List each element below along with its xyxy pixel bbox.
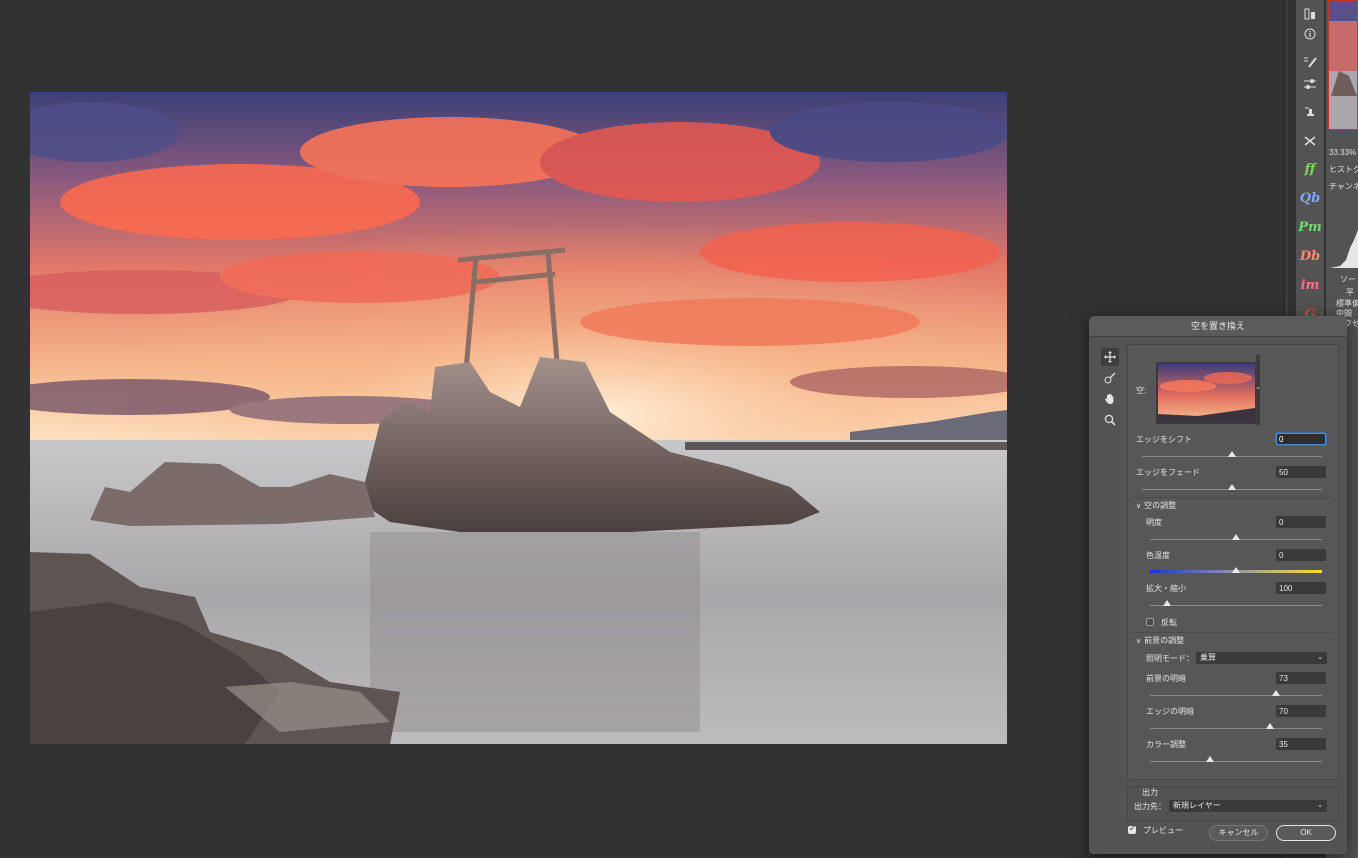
scale-slider-track[interactable] <box>1150 605 1322 606</box>
temperature-slider-thumb[interactable] <box>1232 567 1240 573</box>
cancel-button[interactable]: キャンセル <box>1209 825 1268 841</box>
layer-comps-icon[interactable] <box>1296 3 1324 25</box>
mean-label: 平 <box>1346 288 1354 297</box>
zoom-level: 33.33% <box>1329 148 1357 157</box>
histogram-graph <box>1330 230 1358 268</box>
scale-label: 拡大・縮小 <box>1146 584 1186 593</box>
chevron-down-icon: ∨ <box>1136 638 1142 645</box>
dialog-toolbar <box>1101 348 1119 432</box>
sky-label: 空: <box>1136 386 1147 395</box>
lighting-mode-label: 照明モード： <box>1146 654 1194 663</box>
sky-preset-dropdown[interactable]: ⌄ <box>1255 355 1261 425</box>
temperature-input[interactable]: 0 <box>1276 549 1326 561</box>
adjustments-icon[interactable] <box>1296 73 1324 95</box>
edge-lighting-label: エッジの明暗 <box>1146 707 1194 716</box>
color-adjust-slider-track[interactable] <box>1150 761 1322 762</box>
foreground-adjust-section[interactable]: ∨ 前景の調整 <box>1136 635 1184 646</box>
pm-plugin-icon[interactable]: Pm <box>1296 216 1324 238</box>
qb-plugin-icon[interactable]: Qb <box>1296 187 1324 209</box>
lighting-mode-select[interactable]: 乗算 ⌄ <box>1196 652 1327 664</box>
move-sky-tool-icon[interactable] <box>1101 348 1119 366</box>
ff-plugin-icon[interactable]: ff <box>1296 158 1324 180</box>
edge-lighting-input[interactable]: 70 <box>1276 705 1326 717</box>
lighting-mode-value: 乗算 <box>1200 653 1216 662</box>
sky-adjust-section[interactable]: ∨ 空の調整 <box>1136 500 1176 511</box>
shift-edge-input[interactable]: 0 <box>1276 433 1326 445</box>
scale-input[interactable]: 100 <box>1276 582 1326 594</box>
im-plugin-icon[interactable]: im <box>1296 274 1324 296</box>
zoom-tool-icon[interactable] <box>1101 411 1119 429</box>
output-target-label: 出力先： <box>1134 802 1166 811</box>
foreground-lighting-slider-thumb[interactable] <box>1271 690 1280 696</box>
sky-brightness-input[interactable]: 0 <box>1276 516 1326 528</box>
clone-source-icon[interactable] <box>1296 101 1324 123</box>
channel-label: チャンネ <box>1329 182 1358 191</box>
scale-slider-thumb[interactable] <box>1163 600 1172 606</box>
db-plugin-icon[interactable]: Db <box>1296 245 1324 267</box>
fade-edge-slider-thumb[interactable] <box>1228 484 1236 490</box>
divider <box>1132 497 1332 498</box>
flip-label: 反転 <box>1161 618 1177 627</box>
chevron-down-icon: ⌄ <box>1255 384 1261 391</box>
fade-edge-label: エッジをフェード <box>1136 468 1200 477</box>
brush-presets-icon[interactable] <box>1296 51 1324 73</box>
fade-edge-input[interactable]: 50 <box>1276 466 1326 478</box>
shift-edge-slider-thumb[interactable] <box>1228 451 1236 457</box>
temperature-label: 色温度 <box>1146 551 1170 560</box>
edge-lighting-slider-thumb[interactable] <box>1266 723 1275 729</box>
dialog-settings-panel: 空: ⌄ エッジをシフト 0 エッジをフェード 50 ∨ 空の調整 明度 0 色… <box>1127 344 1339 780</box>
sky-replacement-dialog: 空を置き換え 空: ⌄ エッジをシフト 0 エッジをフェード 50 ∨ 空の調整… <box>1089 316 1347 854</box>
output-section-label: 出力 <box>1142 788 1158 797</box>
hand-tool-icon[interactable] <box>1101 390 1119 408</box>
divider <box>1132 632 1332 633</box>
foreground-adjust-section-label: 前景の調整 <box>1144 636 1185 645</box>
sky-preset-thumbnail[interactable] <box>1156 362 1257 424</box>
color-adjust-input[interactable]: 35 <box>1276 738 1326 750</box>
chevron-down-icon: ⌄ <box>1317 802 1323 809</box>
source-label: ソー <box>1340 275 1356 284</box>
sky-brightness-slider-thumb[interactable] <box>1232 534 1240 540</box>
flip-checkbox[interactable] <box>1146 618 1154 626</box>
canvas-image[interactable] <box>30 92 1007 744</box>
tool-presets-icon[interactable] <box>1296 130 1324 152</box>
foreground-lighting-slider-track[interactable] <box>1150 695 1322 696</box>
sky-brush-tool-icon[interactable] <box>1101 369 1119 387</box>
foreground-lighting-input[interactable]: 73 <box>1276 672 1326 684</box>
chevron-down-icon: ⌄ <box>1317 654 1323 661</box>
output-target-select[interactable]: 新規レイヤー ⌄ <box>1169 800 1327 812</box>
sky-brightness-label: 明度 <box>1146 518 1162 527</box>
color-adjust-slider-thumb[interactable] <box>1206 756 1215 762</box>
panel-icon-strip: ff Qb Pm Db im G <box>1296 0 1324 330</box>
info-icon[interactable] <box>1296 23 1324 45</box>
shift-edge-label: エッジをシフト <box>1136 435 1192 444</box>
output-target-value: 新規レイヤー <box>1173 801 1221 810</box>
preview-label: プレビュー <box>1143 826 1183 835</box>
navigator-thumbnail[interactable] <box>1328 0 1358 130</box>
chevron-down-icon: ∨ <box>1136 503 1142 510</box>
sky-adjust-section-label: 空の調整 <box>1144 501 1177 510</box>
edge-lighting-slider-track[interactable] <box>1150 728 1322 729</box>
output-section: 出力 出力先： 新規レイヤー ⌄ <box>1127 786 1339 822</box>
histogram-tab[interactable]: ヒストグ <box>1329 164 1358 175</box>
preview-checkbox[interactable] <box>1128 824 1136 834</box>
dialog-title[interactable]: 空を置き換え <box>1089 316 1347 337</box>
ok-button[interactable]: OK <box>1276 825 1336 841</box>
color-adjust-label: カラー調整 <box>1146 740 1186 749</box>
foreground-lighting-label: 前景の明暗 <box>1146 674 1186 683</box>
